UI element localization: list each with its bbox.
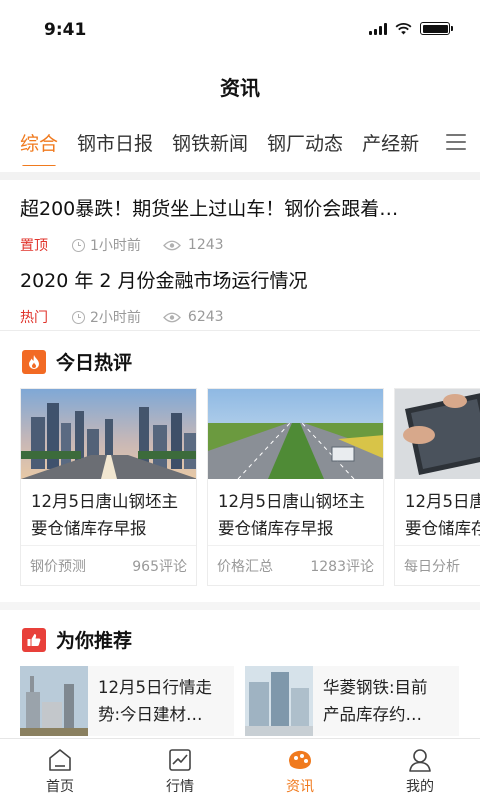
pinned-badge: 置顶 (20, 238, 48, 254)
card-title: 12月5日唐山钢坯主 要仓储库存早报 (218, 492, 365, 538)
card-footer: 每日分析 (395, 545, 480, 585)
recommend-image (20, 666, 88, 736)
hot-cards-carousel[interactable]: 12月5日唐山钢坯主 要仓储库存早报 钢价预测 965评论 12月5日唐山钢坯主… (20, 388, 480, 588)
card-title: 12月5日唐山钢坯主 要仓储库存早报 (405, 492, 480, 538)
nav-label: 首页 (46, 779, 74, 795)
nav-label: 我的 (406, 779, 434, 795)
card-footer: 钢价预测 965评论 (21, 545, 196, 585)
status-bar: 9:41 (0, 0, 480, 60)
clock-icon (72, 238, 85, 252)
nav-market[interactable]: 行情 (120, 739, 240, 800)
battery-icon (420, 22, 453, 35)
tab-mill-updates[interactable]: 钢厂动态 (267, 122, 343, 166)
section-title: 为你推荐 (56, 630, 133, 652)
divider (0, 172, 480, 180)
news-item[interactable]: 超200暴跌！期货坐上过山车！钢价会跟着… 置顶 1小时前 1243 (20, 194, 460, 255)
fire-icon (22, 349, 46, 374)
status-time: 9:41 (44, 20, 87, 40)
hot-badge: 热门 (20, 310, 48, 326)
news-views: 6243 (187, 309, 224, 325)
tab-list: 综合 钢市日报 钢铁新闻 钢厂动态 产经新 (20, 122, 434, 166)
hot-card[interactable]: 12月5日唐山钢坯主 要仓储库存早报 钢价预测 965评论 (20, 388, 197, 586)
news-meta: 热门 2小时前 6243 (20, 307, 460, 327)
card-title: 12月5日唐山钢坯主 要仓储库存早报 (31, 492, 178, 538)
user-icon (409, 749, 431, 772)
home-icon (49, 749, 71, 771)
eye-icon (163, 312, 181, 322)
nav-home[interactable]: 首页 (0, 739, 120, 800)
recommend-section-header: 为你推荐 (22, 626, 132, 653)
nav-label: 行情 (166, 779, 194, 795)
card-category: 价格汇总 (217, 558, 273, 575)
signal-icon (369, 22, 387, 35)
tab-general[interactable]: 综合 (20, 122, 58, 166)
tab-industry-economy[interactable]: 产经新 (362, 122, 419, 166)
tab-steel-news[interactable]: 钢铁新闻 (172, 122, 248, 166)
news-icon (289, 750, 311, 769)
status-icons (369, 22, 453, 35)
recommend-item[interactable]: 12月5日行情走 势:今日建材… (20, 666, 234, 736)
divider (0, 602, 480, 610)
card-comments: 1283评论 (310, 558, 374, 575)
eye-icon (163, 240, 181, 250)
nav-news[interactable]: 资讯 (240, 739, 360, 800)
card-image (21, 389, 196, 479)
news-title[interactable]: 2020 年 2 月份金融市场运行情况 (20, 266, 460, 293)
hamburger-menu-icon[interactable] (446, 134, 466, 152)
page-title: 资讯 (220, 76, 260, 100)
news-views: 1243 (187, 237, 224, 253)
category-tabs: 综合 钢市日报 钢铁新闻 钢厂动态 产经新 (0, 122, 480, 170)
news-time: 1小时前 (90, 238, 141, 254)
card-category: 钢价预测 (30, 558, 86, 575)
clock-icon (72, 310, 85, 324)
news-meta: 置顶 1小时前 1243 (20, 235, 460, 255)
nav-profile[interactable]: 我的 (360, 739, 480, 800)
news-item[interactable]: 2020 年 2 月份金融市场运行情况 热门 2小时前 6243 (20, 266, 460, 327)
card-image (395, 389, 480, 479)
hot-card[interactable]: 12月5日唐山钢坯主 要仓储库存早报 价格汇总 1283评论 (207, 388, 384, 586)
recommend-image (245, 666, 313, 736)
hot-card[interactable]: 12月5日唐山钢坯主 要仓储库存早报 每日分析 (394, 388, 480, 586)
nav-label: 资讯 (286, 779, 314, 795)
thumbs-up-icon (22, 627, 46, 652)
card-category: 每日分析 (404, 558, 460, 575)
card-comments: 965评论 (132, 558, 187, 575)
section-title: 今日热评 (56, 352, 133, 374)
card-footer: 价格汇总 1283评论 (208, 545, 383, 585)
news-time: 2小时前 (90, 310, 141, 326)
recommend-title: 华菱钢铁:目前 产品库存约… (323, 678, 428, 724)
recommend-item[interactable]: 华菱钢铁:目前 产品库存约… (245, 666, 459, 736)
chart-icon (169, 749, 191, 771)
news-title[interactable]: 超200暴跌！期货坐上过山车！钢价会跟着… (20, 194, 460, 221)
hot-section-header: 今日热评 (22, 348, 132, 375)
divider (0, 330, 480, 331)
recommend-title: 12月5日行情走 势:今日建材… (98, 678, 212, 724)
tab-daily-report[interactable]: 钢市日报 (77, 122, 153, 166)
card-image (208, 389, 383, 479)
bottom-nav: 首页 行情 资讯 我的 (0, 738, 480, 800)
wifi-icon (395, 22, 412, 34)
